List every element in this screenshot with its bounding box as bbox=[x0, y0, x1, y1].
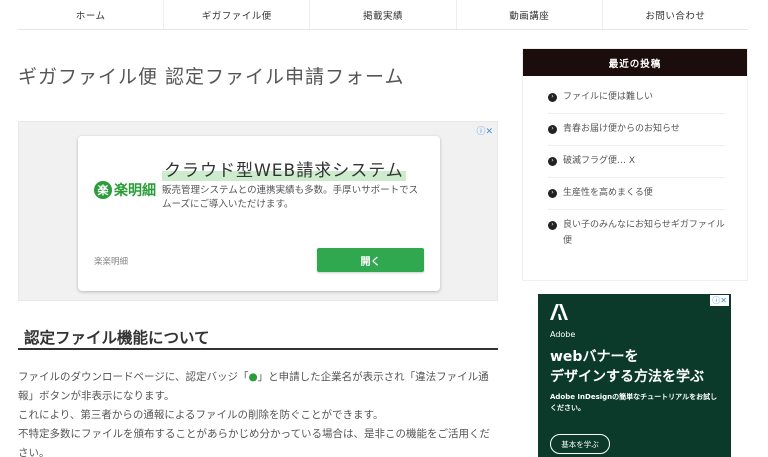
nav-item-contact[interactable]: お問い合わせ bbox=[603, 0, 748, 29]
chevron-right-icon: › bbox=[548, 220, 557, 230]
adobe-logo-icon bbox=[550, 304, 568, 320]
ad-headline: webバナーを bbox=[550, 349, 639, 365]
ad-open-button[interactable]: 開く bbox=[317, 248, 424, 272]
article-paragraph-2: これにより、第三者からの通報によるファイルの削除を防ぐことができます。 bbox=[18, 409, 384, 421]
article-text: ファイルのダウンロードページに、認定バッジ「 bbox=[18, 371, 249, 383]
article-body: ファイルのダウンロードページに、認定バッジ「●」と申請した企業名が表示され「違法… bbox=[18, 368, 496, 457]
ad-banner-main[interactable]: ⓘ✕ クラウド型WEB請求システム 楽 楽明細 販売管理システムとの連携実績も多… bbox=[18, 121, 498, 301]
nav-item-home[interactable]: ホーム bbox=[18, 0, 165, 29]
recent-post-title: 破滅フラグ便… X bbox=[563, 156, 636, 166]
ad-subtext: Adobe InDesignの簡単なチュートリアルをお試しください。 bbox=[550, 393, 718, 412]
recent-posts-list: › ファイルに便は難しい › 青春お届け便からのお知らせ › 破滅フラグ便… X › 生… bbox=[548, 89, 726, 249]
page-title: ギガファイル便 認定ファイル申請フォーム bbox=[18, 66, 405, 88]
recent-post-title: 青春お届け便からのお知らせ bbox=[563, 124, 680, 134]
article-paragraph-1: ファイルのダウンロードページに、認定バッジ「●」と申請した企業名が表示され「違法… bbox=[18, 368, 496, 406]
recent-post-title: 良い子のみんなにお知らせギガファイル便 bbox=[563, 220, 725, 246]
learn-basics-button[interactable]: 基本を学ぶ bbox=[550, 434, 610, 454]
chevron-right-icon: › bbox=[548, 92, 557, 102]
chevron-right-icon: › bbox=[548, 188, 557, 198]
divider bbox=[548, 209, 726, 210]
top-navigation: ホーム ギガファイル便 掲載実績 動画講座 お問い合わせ bbox=[18, 0, 748, 30]
article-paragraph-3: 不特定多数にファイルを頒布することがあらかじめ分かっている場合は、是非この機能を… bbox=[18, 428, 490, 457]
recent-post-link[interactable]: › ファイルに便は難しい bbox=[548, 89, 726, 105]
section-heading: 認定ファイル機能について bbox=[18, 326, 498, 350]
ad-banner-side[interactable]: ⓘ✕ Adobe webバナーを デザインする方法を学ぶ Adobe InDes… bbox=[538, 294, 731, 457]
ad-headline[interactable]: クラウド型WEB請求システム bbox=[162, 156, 406, 181]
chevron-right-icon: › bbox=[548, 156, 557, 166]
ad-logo-text: 楽明細 bbox=[114, 183, 156, 199]
certified-badge-icon: ● bbox=[248, 371, 258, 383]
ad-choices-icon[interactable]: ⓘ✕ bbox=[710, 295, 729, 306]
nav-item-achievements[interactable]: 掲載実績 bbox=[310, 0, 457, 29]
ad-brand: 楽楽明細 bbox=[94, 257, 129, 267]
ad-choices-icon[interactable]: ⓘ✕ bbox=[476, 124, 493, 137]
ad-brand: Adobe bbox=[550, 330, 576, 339]
nav-item-gigafile[interactable]: ギガファイル便 bbox=[164, 0, 311, 29]
ad-headline: デザインする方法を学ぶ bbox=[550, 369, 704, 385]
ad-logo: 楽 楽明細 bbox=[94, 180, 156, 200]
divider bbox=[548, 113, 726, 114]
divider bbox=[548, 145, 726, 146]
ad-logo-icon: 楽 bbox=[94, 181, 112, 199]
recent-post-link[interactable]: › 青春お届け便からのお知らせ bbox=[548, 121, 726, 137]
nav-item-video-course[interactable]: 動画講座 bbox=[457, 0, 603, 29]
recent-post-link[interactable]: › 生産性を高めまくる便 bbox=[548, 185, 726, 201]
recent-posts-widget: 最近の投稿 › ファイルに便は難しい › 青春お届け便からのお知らせ › 破滅フラグ便… bbox=[522, 48, 748, 281]
widget-title: 最近の投稿 bbox=[523, 49, 747, 76]
recent-post-title: ファイルに便は難しい bbox=[563, 92, 654, 102]
recent-post-link[interactable]: › 破滅フラグ便… X bbox=[548, 153, 726, 169]
chevron-right-icon: › bbox=[548, 124, 557, 134]
divider bbox=[548, 177, 726, 178]
recent-post-link[interactable]: › 良い子のみんなにお知らせギガファイル便 bbox=[548, 217, 726, 249]
ad-card[interactable]: クラウド型WEB請求システム 楽 楽明細 販売管理システムとの連携実績も多数。手… bbox=[78, 136, 440, 291]
ad-description: 販売管理システムとの連携実績も多数。手厚いサポートでスムーズにご導入いただけます… bbox=[162, 185, 419, 210]
recent-post-title: 生産性を高めまくる便 bbox=[563, 188, 653, 198]
